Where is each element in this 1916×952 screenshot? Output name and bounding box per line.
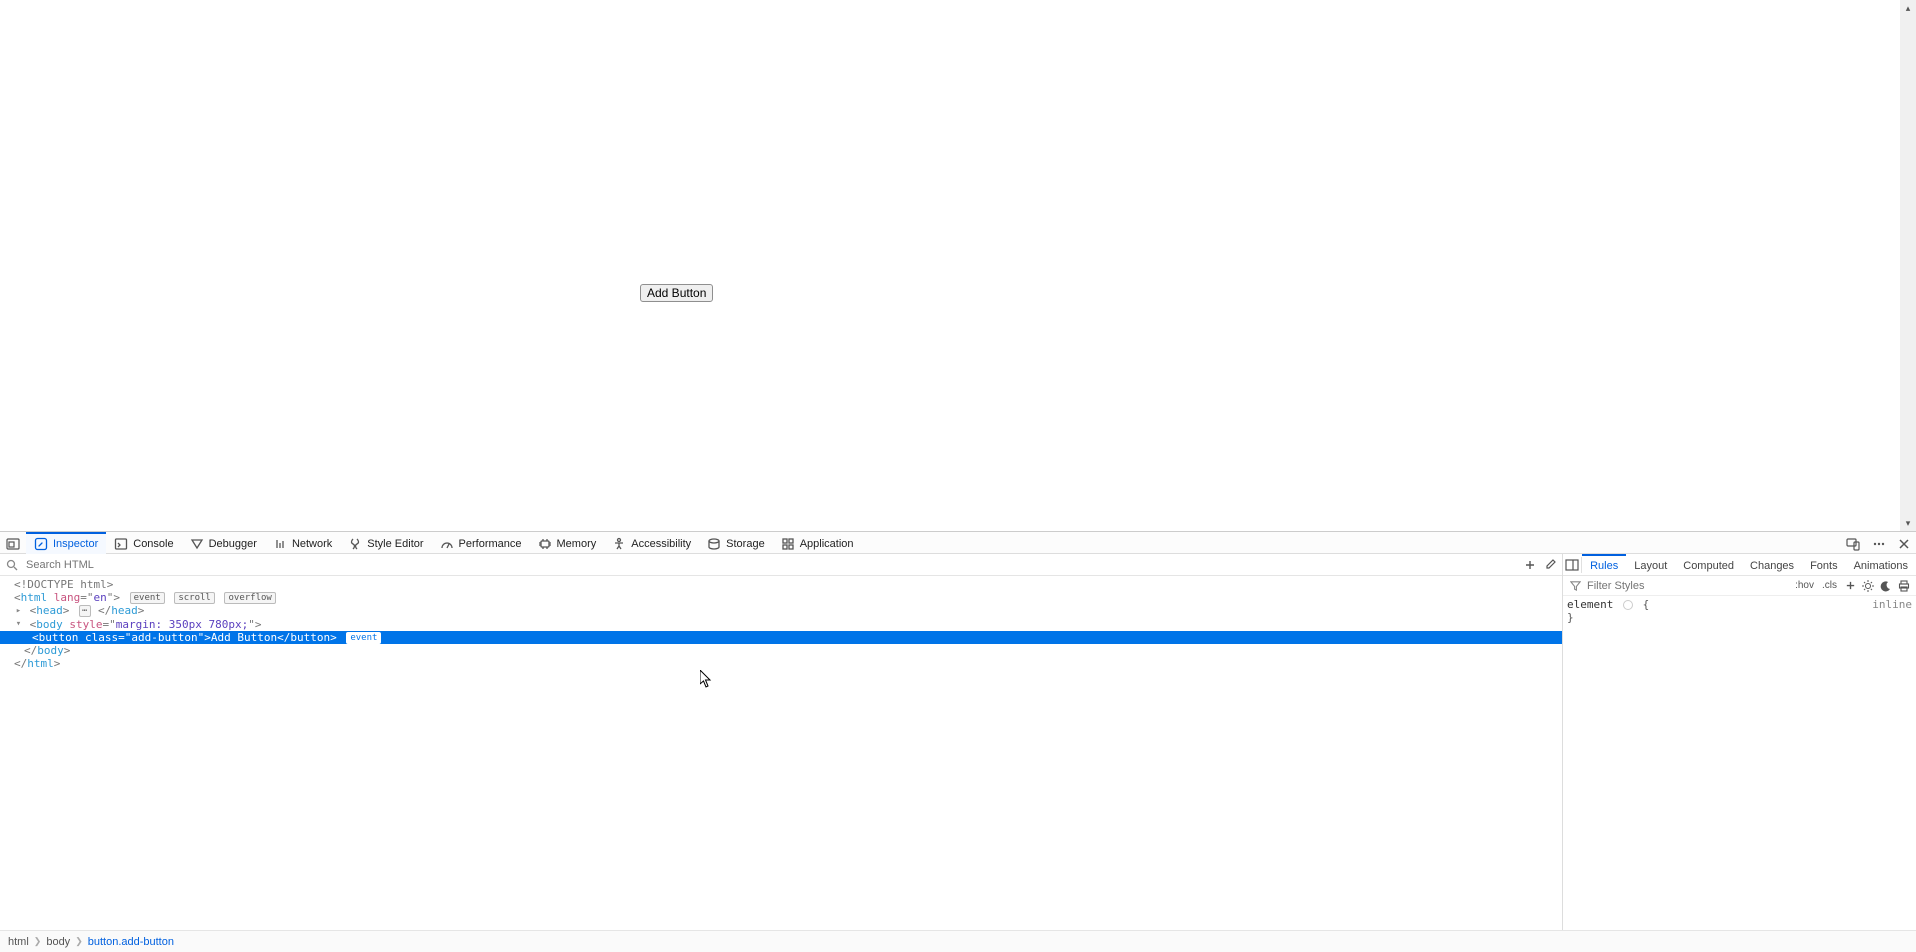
rules-filter-bar: :hov .cls xyxy=(1563,576,1916,596)
breadcrumb-html[interactable]: html xyxy=(8,936,29,948)
tab-inspector-label: Inspector xyxy=(53,538,98,550)
light-scheme-icon[interactable] xyxy=(1860,578,1876,594)
dom-line-head[interactable]: ▸ <head> ⋯ </head> xyxy=(0,604,1562,618)
rule-source-inline[interactable]: inline xyxy=(1872,598,1912,611)
rule-selector[interactable]: element xyxy=(1567,598,1613,611)
devtools-body: <!DOCTYPE html> <html lang="en"> event s… xyxy=(0,554,1916,930)
search-icon xyxy=(4,557,20,573)
scrollbar-up-icon[interactable]: ▴ xyxy=(1900,0,1916,16)
devtools-close-icon[interactable] xyxy=(1892,532,1916,554)
badge-overflow[interactable]: overflow xyxy=(224,592,275,604)
dom-line-button-selected[interactable]: <button class="add-button">Add Button</b… xyxy=(0,631,1562,644)
tab-inspector[interactable]: Inspector xyxy=(26,532,106,554)
breadcrumb: html ❯ body ❯ button.add-button xyxy=(0,930,1916,952)
tab-console-label: Console xyxy=(133,538,173,550)
tab-style-editor[interactable]: Style Editor xyxy=(340,532,431,554)
devtools-toolbar: Inspector Console Debugger Network xyxy=(0,532,1916,554)
pseudo-hov-toggle[interactable]: :hov xyxy=(1792,580,1817,591)
add-button[interactable]: Add Button xyxy=(640,284,713,302)
chevron-right-icon: ❯ xyxy=(34,936,42,947)
color-swatch-icon[interactable] xyxy=(1623,600,1633,610)
devtools-panel: Inspector Console Debugger Network xyxy=(0,531,1916,952)
dom-line-html[interactable]: <html lang="en"> event scroll overflow xyxy=(0,591,1562,604)
dom-line-html-close[interactable]: </html> xyxy=(0,657,1562,670)
tab-style-editor-label: Style Editor xyxy=(367,538,423,550)
markup-panel: <!DOCTYPE html> <html lang="en"> event s… xyxy=(0,554,1563,930)
dom-line-doctype[interactable]: <!DOCTYPE html> xyxy=(0,578,1562,591)
rules-tabs: Rules Layout Computed Changes Fonts Anim… xyxy=(1563,554,1916,576)
filter-icon xyxy=(1567,578,1583,594)
tab-debugger[interactable]: Debugger xyxy=(182,532,265,554)
rule-brace-close: } xyxy=(1567,611,1574,624)
dom-line-body[interactable]: ▾ <body style="margin: 350px 780px;"> xyxy=(0,618,1562,632)
badge-event[interactable]: event xyxy=(130,592,165,604)
rules-list[interactable]: element { inline } xyxy=(1563,596,1916,930)
dom-line-body-close[interactable]: </body> xyxy=(0,644,1562,657)
tab-accessibility[interactable]: Accessibility xyxy=(604,532,699,554)
rules-panel: Rules Layout Computed Changes Fonts Anim… xyxy=(1563,554,1916,930)
side-tab-rules[interactable]: Rules xyxy=(1582,554,1626,575)
tab-application[interactable]: Application xyxy=(773,532,862,554)
tab-application-label: Application xyxy=(800,538,854,550)
badge-event-selected[interactable]: event xyxy=(346,632,381,644)
expand-head-icon[interactable]: ▸ xyxy=(14,605,23,618)
chevron-right-icon: ❯ xyxy=(75,936,83,947)
search-input[interactable] xyxy=(24,558,1518,572)
tab-memory-label: Memory xyxy=(557,538,597,550)
scrollbar-down-icon[interactable]: ▾ xyxy=(1900,515,1916,531)
tab-memory[interactable]: Memory xyxy=(530,532,605,554)
side-tab-computed[interactable]: Computed xyxy=(1675,554,1742,575)
side-tab-animations[interactable]: Animations xyxy=(1846,554,1916,575)
add-node-icon[interactable] xyxy=(1522,557,1538,573)
filter-styles-input[interactable] xyxy=(1585,579,1790,593)
breadcrumb-body[interactable]: body xyxy=(46,936,70,948)
collapsed-dots-icon[interactable]: ⋯ xyxy=(79,605,91,617)
breadcrumb-button[interactable]: button.add-button xyxy=(88,936,174,948)
tab-console[interactable]: Console xyxy=(106,532,181,554)
tab-accessibility-label: Accessibility xyxy=(631,538,691,550)
new-rule-icon[interactable] xyxy=(1842,578,1858,594)
iframe-picker-icon[interactable] xyxy=(0,532,26,554)
print-media-icon[interactable] xyxy=(1896,578,1912,594)
side-tab-changes[interactable]: Changes xyxy=(1742,554,1802,575)
rule-brace-open: { xyxy=(1643,598,1650,611)
tab-performance-label: Performance xyxy=(459,538,522,550)
responsive-design-mode-icon[interactable] xyxy=(1840,532,1866,554)
tab-network[interactable]: Network xyxy=(265,532,340,554)
side-tab-layout[interactable]: Layout xyxy=(1626,554,1675,575)
toggle-3pane-icon[interactable] xyxy=(1563,554,1581,575)
side-tab-fonts[interactable]: Fonts xyxy=(1802,554,1846,575)
page-vertical-scrollbar[interactable]: ▴ ▾ xyxy=(1900,0,1916,531)
tab-storage-label: Storage xyxy=(726,538,765,550)
tab-storage[interactable]: Storage xyxy=(699,532,773,554)
dom-search-bar xyxy=(0,554,1562,576)
eyedropper-icon[interactable] xyxy=(1542,557,1558,573)
collapse-body-icon[interactable]: ▾ xyxy=(14,618,23,631)
page-viewport: Add Button ▴ ▾ xyxy=(0,0,1916,531)
tab-debugger-label: Debugger xyxy=(209,538,257,550)
tab-network-label: Network xyxy=(292,538,332,550)
cls-toggle[interactable]: .cls xyxy=(1819,580,1840,591)
dark-scheme-icon[interactable] xyxy=(1878,578,1894,594)
tab-performance[interactable]: Performance xyxy=(432,532,530,554)
dom-tree[interactable]: <!DOCTYPE html> <html lang="en"> event s… xyxy=(0,576,1562,930)
devtools-menu-icon[interactable] xyxy=(1866,532,1892,554)
badge-scroll[interactable]: scroll xyxy=(174,592,215,604)
